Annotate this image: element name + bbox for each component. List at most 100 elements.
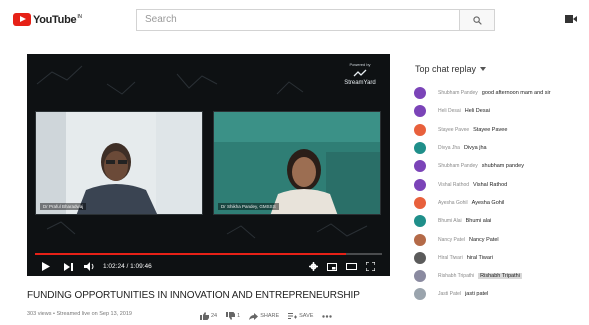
- video-title: FUNDING OPPORTUNITIES IN INNOVATION AND …: [27, 290, 360, 301]
- streamyard-logo-icon: [353, 69, 367, 77]
- chat-author[interactable]: Rishabh Tripathi: [438, 273, 474, 279]
- share-label: SHARE: [260, 313, 280, 319]
- avatar[interactable]: [414, 178, 426, 191]
- chat-author[interactable]: Stayee Pavee: [438, 127, 469, 133]
- chat-author[interactable]: Nancy Patel: [438, 237, 465, 243]
- chat-mode-dropdown[interactable]: Top chat replay: [415, 64, 487, 74]
- player-controls: 1:02:24 / 1:09:46: [27, 258, 390, 276]
- powered-by-label: Powered by: [349, 62, 371, 67]
- avatar[interactable]: [414, 251, 426, 264]
- chat-message-text: Vishal Rathod: [473, 181, 508, 188]
- skip-next-icon: [63, 262, 73, 271]
- chat-message-text: Nancy Patel: [468, 236, 499, 243]
- thumbs-up-icon: [200, 312, 209, 320]
- chat-message: Heli Desai Heli Desai: [414, 102, 589, 120]
- participant-name-right: Dr Shikha Pandey, GMSSS: [218, 203, 279, 210]
- avatar[interactable]: [414, 288, 426, 301]
- fullscreen-button[interactable]: [365, 261, 376, 272]
- dislike-button[interactable]: 1: [226, 312, 240, 320]
- chat-message-text: Rishabh Tripathi: [478, 273, 522, 280]
- youtube-logo[interactable]: YouTubeIN: [13, 13, 82, 26]
- caret-down-icon: [480, 67, 487, 71]
- progress-bar[interactable]: [35, 253, 382, 255]
- top-bar: YouTubeIN Search: [0, 0, 589, 40]
- participant-video-right: Dr Shikha Pandey, GMSSS: [213, 111, 381, 215]
- avatar[interactable]: [414, 270, 426, 283]
- participant-image-right: [214, 112, 380, 214]
- participant-name-left: Dr Praful Bharadwaj: [40, 203, 87, 210]
- miniplayer-icon: [326, 262, 337, 271]
- participant-image-left: [36, 112, 202, 214]
- chat-author[interactable]: Shubham Pandey: [438, 163, 478, 169]
- more-actions-button[interactable]: [322, 314, 334, 318]
- avatar[interactable]: [414, 142, 426, 155]
- powered-by-brand: StreamYard: [344, 80, 376, 86]
- chat-author[interactable]: Ayesha Gohil: [438, 200, 468, 206]
- participant-video-left: Dr Praful Bharadwaj: [35, 111, 203, 215]
- theater-mode-icon: [345, 263, 357, 270]
- like-button[interactable]: 24: [200, 312, 217, 320]
- thumbs-down-icon: [226, 312, 236, 320]
- next-button[interactable]: [63, 261, 73, 272]
- chat-message-text: hiral Tiwari: [466, 254, 494, 261]
- chat-author[interactable]: Jasti Patel: [438, 291, 461, 297]
- save-button[interactable]: SAVE: [288, 312, 314, 320]
- chat-author[interactable]: Bhumi Alai: [438, 218, 462, 224]
- chat-message: Shubham Pandey good afternoon mam and sir: [414, 84, 589, 102]
- chat-author[interactable]: Shubham Pandey: [438, 90, 478, 96]
- miniplayer-button[interactable]: [326, 261, 337, 272]
- chat-author[interactable]: Hiral Tiwari: [438, 255, 463, 261]
- time-display: 1:02:24 / 1:09:46: [103, 263, 152, 270]
- avatar[interactable]: [414, 123, 426, 136]
- volume-button[interactable]: [83, 261, 95, 272]
- chat-message-text: Ayesha Gohil: [471, 199, 505, 206]
- volume-icon: [83, 262, 93, 271]
- avatar[interactable]: [414, 233, 426, 246]
- avatar[interactable]: [414, 160, 426, 173]
- fullscreen-icon: [366, 262, 375, 271]
- chat-message: Shubham Pandey shubham pandey: [414, 157, 589, 175]
- powered-by-badge: Powered by StreamYard: [340, 62, 380, 86]
- like-count: 24: [211, 313, 218, 319]
- play-button[interactable]: [41, 261, 51, 272]
- logo-text: YouTubeIN: [33, 13, 82, 26]
- chat-author[interactable]: Heli Desai: [438, 108, 461, 114]
- chat-message: Jasti Patel jasti patel: [414, 285, 589, 303]
- video-actions: 24 1 SHARE SAVE: [200, 310, 343, 322]
- avatar[interactable]: [414, 196, 426, 209]
- video-player[interactable]: Powered by StreamYard Dr Praful Bharadwa…: [27, 54, 390, 276]
- gear-icon: [308, 262, 318, 271]
- chat-message: Nancy Patel Nancy Patel: [414, 230, 589, 248]
- chat-message-text: Divya jha: [463, 145, 487, 152]
- avatar[interactable]: [414, 215, 426, 228]
- chat-message-text: shubham pandey: [481, 163, 524, 170]
- progress-fill: [35, 253, 346, 255]
- chat-message: Rishabh Tripathi Rishabh Tripathi: [414, 267, 589, 285]
- chat-message: Stayee Pavee Stayee Pavee: [414, 121, 589, 139]
- avatar[interactable]: [414, 87, 426, 100]
- share-button[interactable]: SHARE: [249, 312, 280, 320]
- play-icon: [42, 262, 50, 271]
- search-button[interactable]: [459, 9, 495, 31]
- theater-mode-button[interactable]: [345, 261, 357, 272]
- chat-mode-label: Top chat replay: [415, 64, 477, 74]
- share-icon: [249, 312, 259, 320]
- dislike-count: 1: [237, 313, 241, 319]
- video-meta: 303 views • Streamed live on Sep 13, 201…: [27, 311, 132, 317]
- chat-message-list: Shubham Pandey good afternoon mam and sir…: [414, 84, 589, 304]
- settings-button[interactable]: [308, 261, 318, 272]
- more-horizontal-icon: [322, 314, 333, 318]
- chat-message-text: Heli Desai: [464, 108, 490, 115]
- chat-message-text: jasti patel: [465, 291, 489, 298]
- chat-author[interactable]: Divya Jha: [438, 145, 460, 151]
- chat-author[interactable]: Vishal Rathod: [438, 182, 469, 188]
- chat-message: Hiral Tiwari hiral Tiwari: [414, 249, 589, 267]
- chat-message-text: Stayee Pavee: [473, 126, 508, 133]
- search-input[interactable]: Search: [136, 9, 459, 31]
- avatar[interactable]: [414, 105, 426, 118]
- chat-message: Vishal Rathod Vishal Rathod: [414, 175, 589, 193]
- video-camera-icon[interactable]: [565, 14, 577, 24]
- chat-message: Ayesha Gohil Ayesha Gohil: [414, 194, 589, 212]
- save-label: SAVE: [299, 313, 314, 319]
- chat-message-text: Bhumi alai: [465, 218, 492, 225]
